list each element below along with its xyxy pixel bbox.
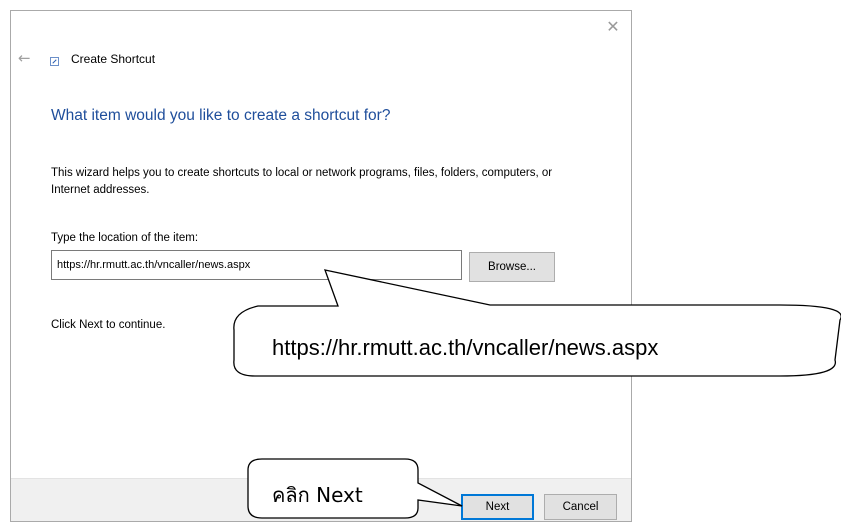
callout-shapes <box>233 269 841 519</box>
url-callout-text: https://hr.rmutt.ac.th/vncaller/news.asp… <box>272 335 659 360</box>
next-callout-text: คลิก Next <box>272 483 363 507</box>
